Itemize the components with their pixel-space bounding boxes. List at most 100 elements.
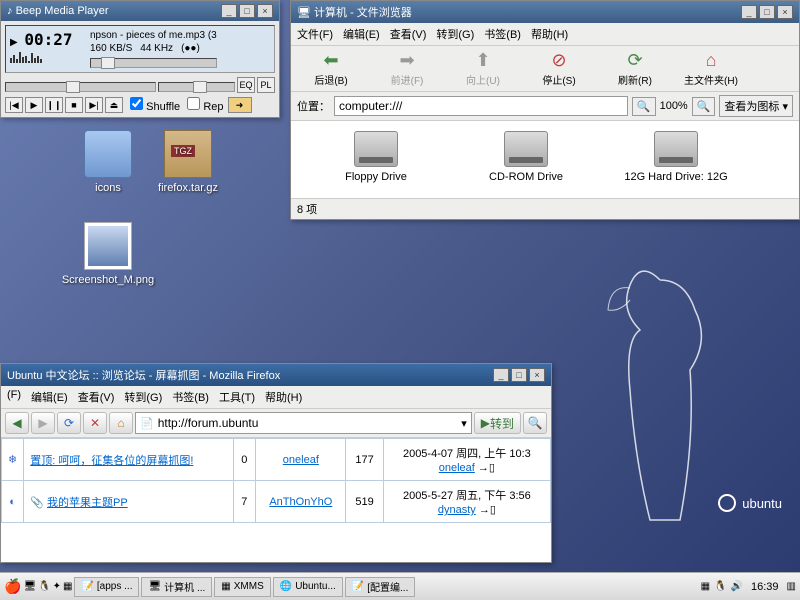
seek-slider[interactable] [90, 58, 217, 68]
drive-floppy[interactable]: Floppy Drive [321, 131, 431, 188]
task-button[interactable]: 🌐 Ubuntu... [273, 577, 343, 597]
tray-icon[interactable]: 🐧 [714, 581, 726, 592]
menubar: (F) 编辑(E) 查看(V) 转到(G) 书签(B) 工具(T) 帮助(H) [1, 386, 551, 409]
eject-button[interactable]: ⏏ [105, 97, 123, 113]
frequency: 44 KHz [140, 43, 173, 54]
close-button[interactable]: × [257, 4, 273, 18]
shuffle-checkbox[interactable]: Shuffle [130, 97, 180, 113]
task-button[interactable]: 📝 [配置编... [345, 577, 416, 597]
filebrowser-titlebar[interactable]: 🖥 计算机 - 文件浏览器 _ □ × [291, 1, 799, 23]
menu-help[interactable]: 帮助(H) [531, 26, 568, 42]
author-link[interactable]: oneleaf [283, 454, 319, 466]
desktop-icon-archive[interactable]: firefox.tar.gz [148, 130, 228, 194]
tray-icon[interactable]: 🔊 [731, 581, 743, 592]
maximize-button[interactable]: □ [759, 5, 775, 19]
desktop-icon-screenshot[interactable]: Screenshot_M.png [58, 222, 158, 286]
zoom-out-button[interactable]: 🔍 [632, 97, 656, 116]
page-icon: 📄 [140, 417, 154, 430]
launcher-icon[interactable]: ✦ [53, 581, 61, 592]
minimize-button[interactable]: _ [221, 4, 237, 18]
go-button[interactable]: ▶ 转到 [474, 412, 521, 434]
url-bar[interactable]: 📄 ▾ [135, 412, 472, 434]
author-link[interactable]: AnThOnYhO [269, 496, 332, 508]
show-desktop-icon[interactable]: ▥ [787, 581, 796, 592]
task-button[interactable]: 📝 [apps ... [74, 577, 139, 597]
repeat-checkbox[interactable]: Rep [187, 97, 223, 113]
eq-button[interactable]: EQ [237, 77, 255, 93]
drive-hdd[interactable]: 12G Hard Drive: 12G [621, 131, 731, 188]
firefox-titlebar[interactable]: Ubuntu 中文论坛 :: 浏览论坛 - 屏幕抓图 - Mozilla Fir… [1, 364, 551, 386]
pause-button[interactable]: ❙❙ [45, 97, 63, 113]
location-input[interactable] [334, 96, 628, 116]
playlist-button[interactable]: PL [257, 77, 275, 93]
topic-link[interactable]: 置顶: 呵呵，征集各位的屏幕抓图! [30, 455, 193, 467]
search-button[interactable]: 🔍 [523, 412, 547, 434]
launcher-icon[interactable]: ▦ [63, 581, 72, 592]
zoom-in-button[interactable]: 🔍 [692, 97, 716, 116]
play-state-icon: ▶ [10, 37, 18, 48]
menu-view[interactable]: 查看(V) [78, 389, 115, 405]
volume-slider[interactable] [5, 82, 156, 92]
reload-button[interactable]: ⟳刷新(R) [605, 50, 665, 87]
menu-file[interactable]: (F) [7, 389, 21, 405]
minimize-button[interactable]: _ [741, 5, 757, 19]
menu-view[interactable]: 查看(V) [390, 26, 427, 42]
table-row[interactable]: ❄ 置顶: 呵呵，征集各位的屏幕抓图! 0 oneleaf 177 2005-4… [2, 439, 551, 481]
toolbar: ⬅后退(B) ➡前进(F) ⬆向上(U) ⊘停止(S) ⟳刷新(R) ⌂主文件夹… [291, 46, 799, 92]
view-as-dropdown[interactable]: 查看为图标 ▾ [719, 95, 793, 117]
ubuntu-logo: ubuntu [718, 494, 782, 512]
task-button[interactable]: ▦ XMMS [214, 577, 270, 597]
views-cell: 177 [346, 439, 383, 481]
forward-button[interactable]: ▶ [31, 412, 55, 434]
icon-view[interactable]: Floppy Drive CD-ROM Drive 12G Hard Drive… [291, 121, 799, 198]
url-input[interactable] [158, 416, 458, 430]
tray-icon[interactable]: ▦ [701, 581, 710, 592]
clock[interactable]: 16:39 [747, 581, 783, 593]
beep-logo-button[interactable]: ➜ [228, 97, 252, 113]
close-button[interactable]: × [529, 368, 545, 382]
stop-button[interactable]: ■ [65, 97, 83, 113]
menu-edit[interactable]: 编辑(E) [343, 26, 380, 42]
maximize-button[interactable]: □ [511, 368, 527, 382]
table-row[interactable]: ◐ 📎 我的苹果主题PP 7 AnThOnYhO 519 2005-5-27 周… [2, 481, 551, 523]
up-button[interactable]: ⬆向上(U) [453, 50, 513, 87]
location-label: 位置： [297, 98, 330, 114]
back-button[interactable]: ⬅后退(B) [301, 50, 361, 87]
home-button[interactable]: ⌂ [109, 412, 133, 434]
close-button[interactable]: × [777, 5, 793, 19]
window-title: 计算机 - 文件浏览器 [314, 4, 412, 20]
menu-go[interactable]: 转到(G) [124, 389, 162, 405]
next-button[interactable]: ▶| [85, 97, 103, 113]
task-button[interactable]: 🖥 计算机 ... [141, 577, 212, 597]
menu-edit[interactable]: 编辑(E) [31, 389, 68, 405]
menu-help[interactable]: 帮助(H) [265, 389, 302, 405]
back-button[interactable]: ◀ [5, 412, 29, 434]
topic-link[interactable]: 我的苹果主题PP [47, 497, 128, 509]
launcher-icon[interactable]: 🖥 [23, 581, 36, 592]
archive-icon [164, 130, 212, 178]
play-button[interactable]: ▶ [25, 97, 43, 113]
menu-bookmarks[interactable]: 书签(B) [484, 26, 521, 42]
launcher-icon[interactable]: 🐧 [38, 581, 50, 592]
menu-bookmarks[interactable]: 书签(B) [172, 389, 209, 405]
stop-button[interactable]: ⊘停止(S) [529, 50, 589, 87]
home-button[interactable]: ⌂主文件夹(H) [681, 50, 741, 87]
desktop-icon-folder[interactable]: icons [68, 130, 148, 194]
start-icon[interactable]: 🍎 [4, 578, 21, 595]
reload-button[interactable]: ⟳ [57, 412, 81, 434]
menu-go[interactable]: 转到(G) [436, 26, 474, 42]
forward-button[interactable]: ➡前进(F) [377, 50, 437, 87]
lastby-link[interactable]: dynasty [438, 504, 476, 516]
stop-button[interactable]: ✕ [83, 412, 107, 434]
drive-cdrom[interactable]: CD-ROM Drive [471, 131, 581, 188]
balance-slider[interactable] [158, 82, 235, 92]
minimize-button[interactable]: _ [493, 368, 509, 382]
beep-titlebar[interactable]: ♪ Beep Media Player _ □ × [1, 1, 279, 21]
menu-tools[interactable]: 工具(T) [219, 389, 255, 405]
dropdown-icon[interactable]: ▾ [461, 417, 467, 430]
lastby-link[interactable]: oneleaf [439, 462, 475, 474]
zoom-level: 100% [660, 100, 688, 112]
prev-button[interactable]: |◀ [5, 97, 23, 113]
menu-file[interactable]: 文件(F) [297, 26, 333, 42]
maximize-button[interactable]: □ [239, 4, 255, 18]
